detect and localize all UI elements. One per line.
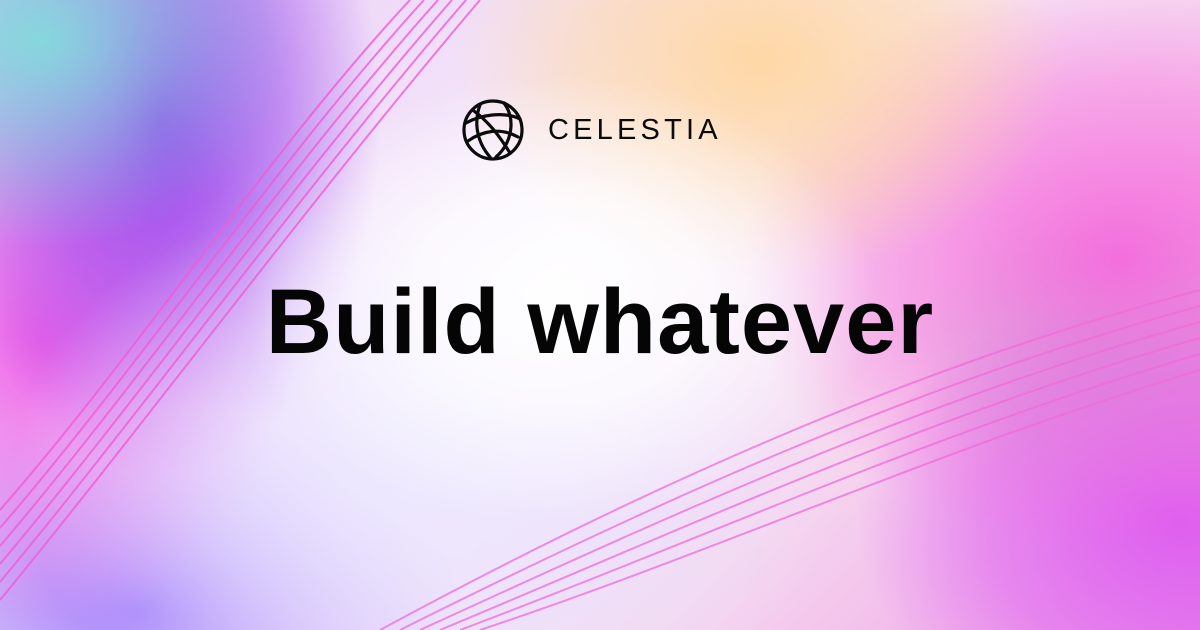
headline: Build whatever (265, 271, 935, 373)
globe-orbit-icon (462, 99, 524, 161)
brand-name: CELESTIA (548, 113, 722, 146)
brand-header: CELESTIA (460, 96, 722, 164)
